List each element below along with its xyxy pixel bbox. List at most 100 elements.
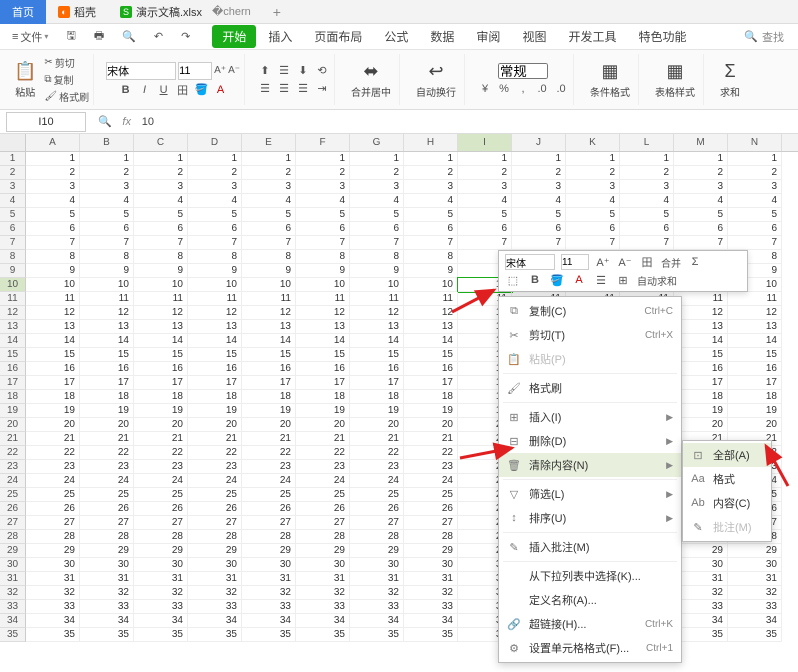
cell[interactable]: 22 <box>134 446 188 460</box>
cell[interactable]: 7 <box>620 236 674 250</box>
mini-dec-font-button[interactable]: A⁻ <box>617 254 633 270</box>
cell[interactable]: 5 <box>80 208 134 222</box>
cell[interactable]: 7 <box>296 236 350 250</box>
row-header[interactable]: 26 <box>0 502 26 516</box>
cell[interactable]: 2 <box>728 166 782 180</box>
cell[interactable]: 29 <box>350 544 404 558</box>
cell[interactable]: 24 <box>134 474 188 488</box>
cell[interactable]: 22 <box>188 446 242 460</box>
context-menu-item[interactable]: ↕排序(U)▶ <box>499 506 681 530</box>
align-middle-button[interactable]: ☰ <box>276 63 292 79</box>
cell[interactable]: 5 <box>512 208 566 222</box>
col-header[interactable]: L <box>620 134 674 151</box>
mini-font-color-button[interactable]: A <box>571 272 587 288</box>
cell[interactable]: 29 <box>134 544 188 558</box>
autosum-button[interactable]: Σ求和 <box>716 59 744 101</box>
cell[interactable]: 20 <box>134 418 188 432</box>
mini-merge-button[interactable]: 合并 <box>661 255 681 270</box>
align-center-button[interactable]: ☰ <box>276 81 292 97</box>
row-header[interactable]: 27 <box>0 516 26 530</box>
cell[interactable]: 15 <box>674 348 728 362</box>
cell[interactable]: 15 <box>296 348 350 362</box>
cell[interactable]: 16 <box>188 362 242 376</box>
cell[interactable]: 28 <box>350 530 404 544</box>
cell[interactable]: 2 <box>350 166 404 180</box>
cell[interactable]: 13 <box>188 320 242 334</box>
context-menu-item[interactable]: 🖌格式刷 <box>499 376 681 400</box>
cell[interactable]: 17 <box>728 376 782 390</box>
col-header[interactable]: D <box>188 134 242 151</box>
mini-align-button[interactable]: ☰ <box>593 272 609 288</box>
cell[interactable]: 6 <box>134 222 188 236</box>
cell[interactable]: 15 <box>134 348 188 362</box>
align-right-button[interactable]: ☰ <box>295 81 311 97</box>
cell[interactable]: 25 <box>134 488 188 502</box>
context-menu-item[interactable]: ⊞插入(I)▶ <box>499 405 681 429</box>
italic-button[interactable]: I <box>137 82 153 98</box>
cell[interactable]: 7 <box>404 236 458 250</box>
cell[interactable]: 4 <box>458 194 512 208</box>
cell[interactable]: 15 <box>350 348 404 362</box>
row-header[interactable]: 13 <box>0 320 26 334</box>
cell[interactable]: 5 <box>134 208 188 222</box>
row-header[interactable]: 9 <box>0 264 26 278</box>
cell[interactable]: 1 <box>296 152 350 166</box>
cell[interactable]: 25 <box>80 488 134 502</box>
cell[interactable]: 27 <box>242 516 296 530</box>
cell[interactable]: 14 <box>242 334 296 348</box>
cell[interactable]: 27 <box>134 516 188 530</box>
col-header[interactable]: C <box>134 134 188 151</box>
context-menu-item[interactable]: 从下拉列表中选择(K)... <box>499 564 681 588</box>
cell[interactable]: 14 <box>350 334 404 348</box>
cell[interactable]: 1 <box>728 152 782 166</box>
cell[interactable]: 30 <box>296 558 350 572</box>
cell[interactable]: 17 <box>674 376 728 390</box>
context-menu-item[interactable]: ⚙设置单元格格式(F)...Ctrl+1 <box>499 636 681 660</box>
cell[interactable]: 8 <box>188 250 242 264</box>
cell[interactable]: 28 <box>404 530 458 544</box>
cell[interactable]: 1 <box>80 152 134 166</box>
copy-button[interactable]: ⧉复制 <box>44 72 89 87</box>
cell[interactable]: 30 <box>404 558 458 572</box>
cell[interactable]: 17 <box>188 376 242 390</box>
row-header[interactable]: 32 <box>0 586 26 600</box>
cell[interactable]: 6 <box>26 222 80 236</box>
cell[interactable]: 21 <box>188 432 242 446</box>
cell[interactable]: 16 <box>350 362 404 376</box>
row-header[interactable]: 21 <box>0 432 26 446</box>
cell[interactable]: 9 <box>134 264 188 278</box>
cell[interactable]: 12 <box>188 306 242 320</box>
cell[interactable]: 22 <box>296 446 350 460</box>
cell[interactable]: 32 <box>350 586 404 600</box>
cell[interactable]: 12 <box>674 306 728 320</box>
col-header[interactable]: K <box>566 134 620 151</box>
cell[interactable]: 9 <box>242 264 296 278</box>
cell[interactable]: 19 <box>242 404 296 418</box>
orientation-button[interactable]: ⟲ <box>314 63 330 79</box>
cell[interactable]: 19 <box>728 404 782 418</box>
row-header[interactable]: 7 <box>0 236 26 250</box>
cell[interactable]: 3 <box>674 180 728 194</box>
save-button[interactable]: 🖫 <box>60 25 81 48</box>
cell[interactable]: 22 <box>26 446 80 460</box>
cell[interactable]: 2 <box>566 166 620 180</box>
cell[interactable]: 5 <box>404 208 458 222</box>
cell[interactable]: 9 <box>404 264 458 278</box>
cell[interactable]: 22 <box>242 446 296 460</box>
cell[interactable]: 32 <box>674 586 728 600</box>
cell[interactable]: 25 <box>404 488 458 502</box>
cell[interactable]: 13 <box>350 320 404 334</box>
row-header[interactable]: 25 <box>0 488 26 502</box>
context-menu-item[interactable]: ⊟删除(D)▶ <box>499 429 681 453</box>
cell[interactable]: 24 <box>242 474 296 488</box>
cell[interactable]: 22 <box>404 446 458 460</box>
cell[interactable]: 28 <box>296 530 350 544</box>
cell[interactable]: 19 <box>134 404 188 418</box>
cell[interactable]: 10 <box>134 278 188 292</box>
row-header[interactable]: 16 <box>0 362 26 376</box>
search-box[interactable]: 🔍 查找 <box>736 27 792 47</box>
mini-autosum-button[interactable]: 自动求和 <box>637 273 677 288</box>
cell[interactable]: 2 <box>26 166 80 180</box>
cell[interactable]: 1 <box>242 152 296 166</box>
cell[interactable]: 11 <box>26 292 80 306</box>
